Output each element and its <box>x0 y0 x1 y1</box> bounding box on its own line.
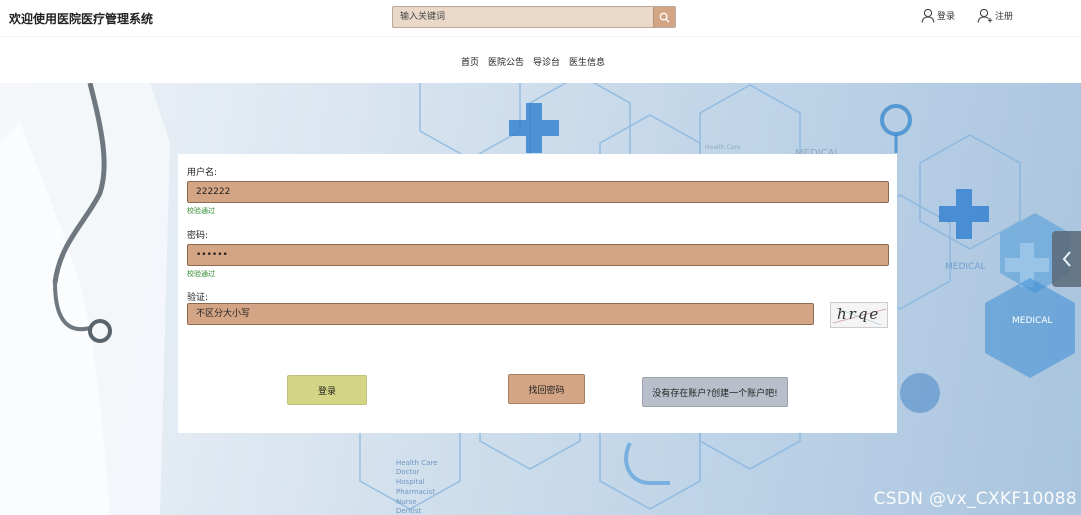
search-box <box>392 6 676 28</box>
nav-item-announcements[interactable]: 医院公告 <box>488 55 524 68</box>
login-form: 用户名: 校验通过 密码: 校验通过 验证: hrqe 登录 找回密码 没有存在… <box>178 154 897 433</box>
captcha-text: hrqe <box>837 305 881 323</box>
username-input[interactable] <box>187 181 889 203</box>
main-nav: 首页 医院公告 导诊台 医生信息 <box>0 36 1081 84</box>
decor-text: Hospital <box>396 478 425 486</box>
decor-text: Doctor <box>396 468 420 476</box>
search-icon <box>659 12 670 23</box>
search-button[interactable] <box>653 7 675 27</box>
user-add-icon <box>977 8 993 23</box>
login-button[interactable]: 登录 <box>287 375 367 405</box>
search-input[interactable] <box>393 7 655 27</box>
captcha-image[interactable]: hrqe <box>830 302 888 328</box>
captcha-input[interactable] <box>187 303 814 325</box>
user-icon <box>921 8 935 23</box>
username-label: 用户名: <box>187 168 218 178</box>
decor-text: Nurse <box>396 498 417 506</box>
password-input[interactable] <box>187 244 889 266</box>
watermark: CSDN @vx_CXKF10088 <box>873 489 1077 509</box>
captcha-label: 验证: <box>187 293 209 303</box>
username-valid-msg: 校验通过 <box>187 207 215 215</box>
register-link[interactable]: 注册 <box>977 8 1013 23</box>
password-valid-msg: 校验通过 <box>187 270 215 278</box>
decor-text: Health Care <box>705 144 741 151</box>
nav-item-home[interactable]: 首页 <box>461 55 479 68</box>
create-account-button[interactable]: 没有存在账户?创建一个账户吧! <box>642 377 788 407</box>
chevron-left-icon <box>1062 251 1071 267</box>
login-link[interactable]: 登录 <box>921 8 955 23</box>
decor-text: MEDICAL <box>945 262 986 272</box>
decor-text: Health Care <box>396 459 437 467</box>
nav-item-guide-desk[interactable]: 导诊台 <box>533 55 560 68</box>
password-label: 密码: <box>187 231 209 241</box>
side-collapse-tab[interactable] <box>1052 231 1081 287</box>
forgot-password-button[interactable]: 找回密码 <box>508 374 585 404</box>
site-title: 欢迎使用医院医疗管理系统 <box>9 12 154 26</box>
login-link-label: 登录 <box>937 12 956 22</box>
nav-item-doctor-info[interactable]: 医生信息 <box>569 55 605 68</box>
decor-text: MEDICAL <box>1012 316 1053 326</box>
decor-text: Pharmacist <box>396 488 435 496</box>
top-header: 欢迎使用医院医疗管理系统 登录 注册 <box>0 0 1081 36</box>
register-link-label: 注册 <box>995 12 1014 22</box>
decor-text: Dentist <box>396 507 421 515</box>
